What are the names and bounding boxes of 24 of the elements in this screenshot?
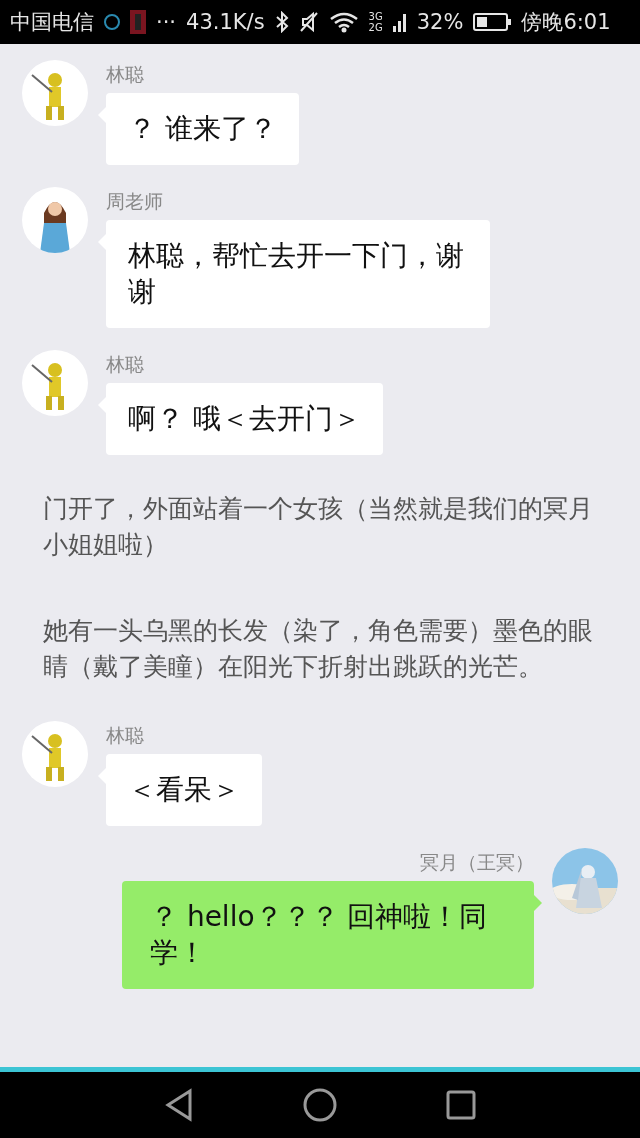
notification-icon: [104, 14, 120, 30]
sender-name: 林聪: [106, 352, 144, 377]
wifi-icon: [328, 11, 359, 33]
clock: 傍晚6:01: [521, 9, 611, 36]
narration-text: 门开了，外面站着一个女孩（当然就是我们的冥月小姐姐啦）: [43, 493, 594, 561]
sender-name: 冥月（王冥）: [420, 850, 534, 875]
battery-icon: [473, 12, 512, 32]
bubble-tail: [534, 895, 542, 911]
sender-name: 林聪: [106, 723, 144, 748]
bluetooth-icon: [274, 11, 289, 33]
narration-text: 她有一头乌黑的长发（染了，角色需要）墨色的眼睛（戴了美瞳）在阳光下折射出跳跃的光芒。: [43, 615, 594, 683]
notification-icon: [130, 10, 146, 34]
recents-button[interactable]: [445, 1090, 476, 1120]
mute-icon: [298, 11, 319, 33]
network-speed: 43.1K/s: [186, 10, 265, 34]
back-button[interactable]: [164, 1088, 195, 1122]
sender-name: 周老师: [106, 189, 163, 214]
carrier-name: 中国电信: [10, 9, 94, 36]
network-type: 3G: [368, 11, 383, 22]
home-button[interactable]: [303, 1088, 337, 1122]
network-type: 2G: [368, 22, 383, 33]
battery-percent: 32%: [416, 10, 464, 34]
sender-name: 林聪: [106, 62, 144, 87]
more-notifications: ···: [156, 10, 177, 34]
